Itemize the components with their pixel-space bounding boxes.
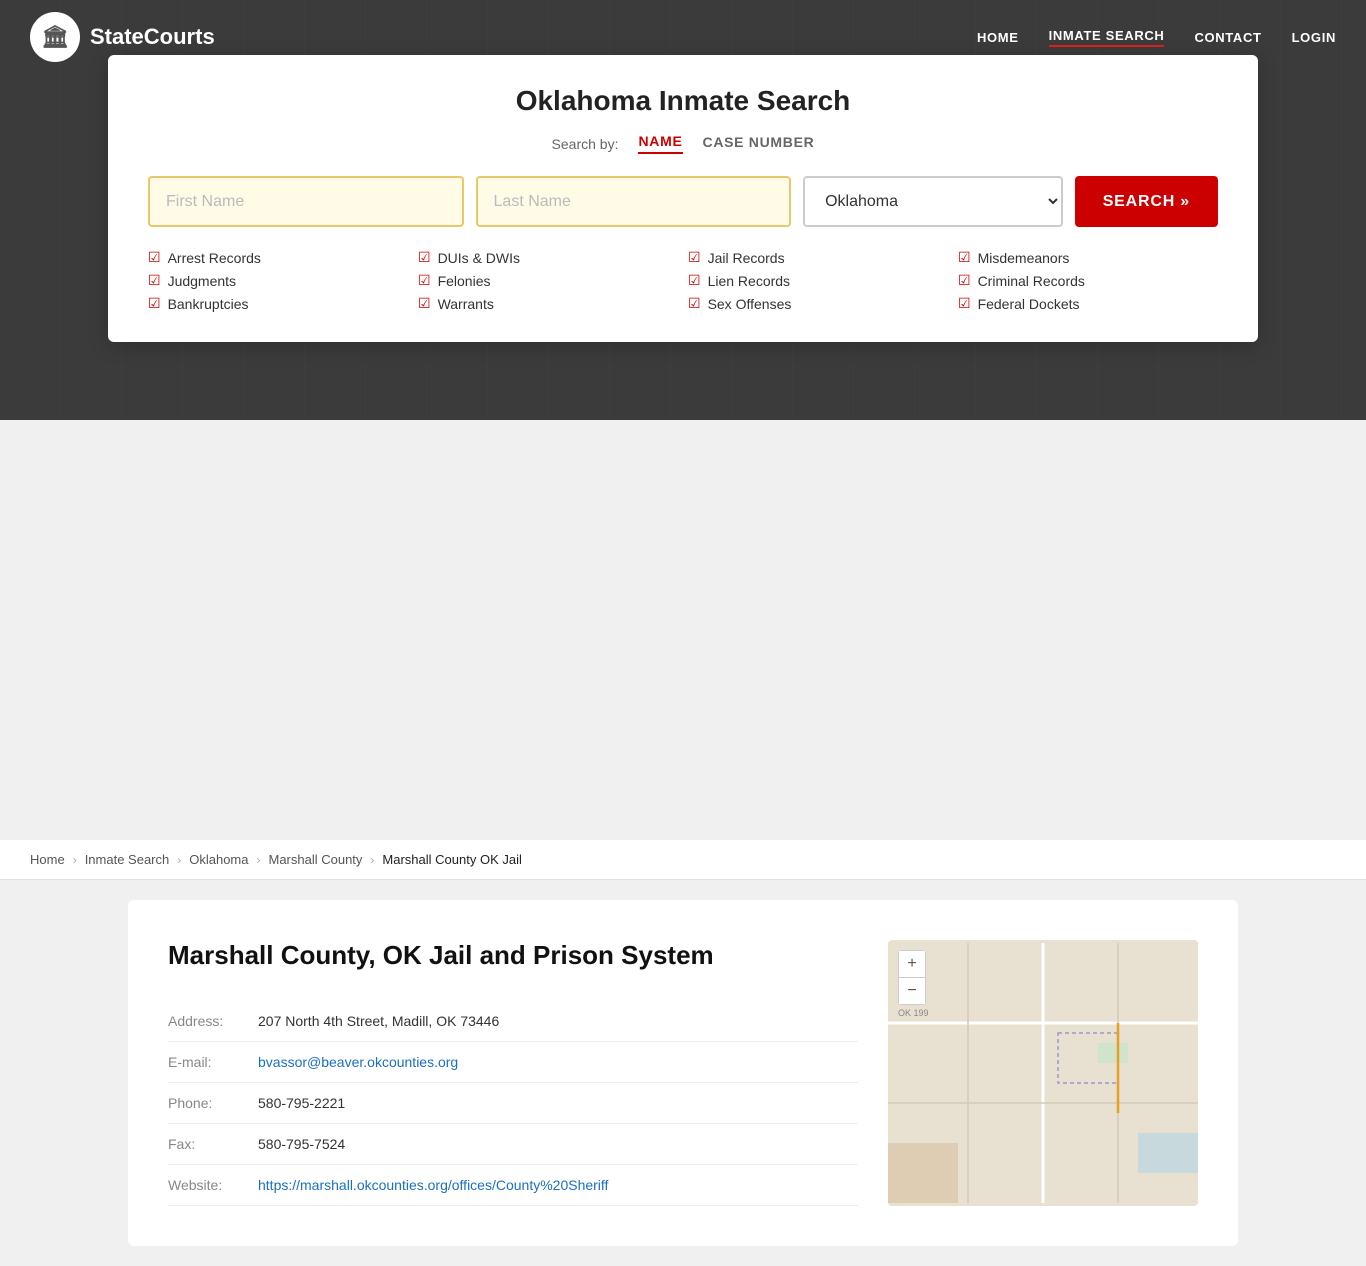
checkbox-label: Sex Offenses (708, 296, 792, 312)
search-button[interactable]: SEARCH » (1075, 176, 1218, 227)
map-svg: OK 199 (888, 940, 1198, 1206)
checkbox-item: ☑ Misdemeanors (958, 249, 1218, 266)
check-icon: ☑ (688, 272, 701, 289)
search-title: Oklahoma Inmate Search (148, 85, 1218, 117)
info-row: Phone:580-795-2221 (168, 1083, 858, 1124)
check-icon: ☑ (688, 295, 701, 312)
checkbox-label: Lien Records (708, 273, 791, 289)
facility-title: Marshall County, OK Jail and Prison Syst… (168, 940, 858, 971)
search-card: Oklahoma Inmate Search Search by: NAME C… (108, 55, 1258, 342)
nav-contact[interactable]: CONTACT (1194, 30, 1261, 45)
tab-case-number[interactable]: CASE NUMBER (703, 134, 815, 153)
check-icon: ☑ (148, 272, 161, 289)
map-container: OK 199 + − (888, 940, 1198, 1206)
breadcrumb-separator: › (177, 853, 181, 867)
checkbox-label: Warrants (438, 296, 494, 312)
check-icon: ☑ (418, 249, 431, 266)
info-link[interactable]: bvassor@beaver.okcounties.org (258, 1054, 458, 1070)
breadcrumb-link[interactable]: Marshall County (268, 852, 362, 867)
nav-home[interactable]: HOME (977, 30, 1019, 45)
checkbox-label: Judgments (168, 273, 236, 289)
info-row: E-mail:bvassor@beaver.okcounties.org (168, 1042, 858, 1083)
checkbox-item: ☑ Lien Records (688, 272, 948, 289)
state-select[interactable]: AlabamaAlaskaArizonaArkansasCaliforniaCo… (803, 176, 1063, 227)
last-name-input[interactable] (476, 176, 792, 227)
search-inputs-row: AlabamaAlaskaArizonaArkansasCaliforniaCo… (148, 176, 1218, 227)
check-icon: ☑ (418, 272, 431, 289)
check-icon: ☑ (688, 249, 701, 266)
info-label: E-mail: (168, 1054, 258, 1070)
search-tabs: Search by: NAME CASE NUMBER (148, 133, 1218, 154)
checkbox-item: ☑ Federal Dockets (958, 295, 1218, 312)
breadcrumb-current: Marshall County OK Jail (382, 852, 521, 867)
hero-section: COURTHOUSE 🏛 StateCourts HOME INMATE SEA… (0, 0, 1366, 420)
breadcrumb: Home › Inmate Search › Oklahoma › Marshall Cou… (0, 840, 1366, 880)
map-zoom-out[interactable]: − (899, 978, 925, 1004)
info-value: 580-795-7524 (258, 1136, 345, 1152)
logo-text: StateCourts (90, 24, 215, 50)
breadcrumb-separator: › (256, 853, 260, 867)
check-icon: ☑ (958, 249, 971, 266)
nav-inmate-search[interactable]: INMATE SEARCH (1049, 28, 1165, 47)
checkbox-item: ☑ Judgments (148, 272, 408, 289)
info-label: Phone: (168, 1095, 258, 1111)
breadcrumb-separator: › (370, 853, 374, 867)
breadcrumb-link[interactable]: Inmate Search (85, 852, 170, 867)
checkbox-grid: ☑ Arrest Records ☑ DUIs & DWIs ☑ Jail Records… (148, 249, 1218, 312)
checkbox-item: ☑ Jail Records (688, 249, 948, 266)
info-table: Address:207 North 4th Street, Madill, OK… (168, 1001, 858, 1206)
breadcrumb-link[interactable]: Home (30, 852, 65, 867)
nav-links: HOME INMATE SEARCH CONTACT LOGIN (977, 28, 1336, 47)
info-row: Website:https://marshall.okcounties.org/… (168, 1165, 858, 1206)
check-icon: ☑ (958, 272, 971, 289)
breadcrumb-link[interactable]: Oklahoma (189, 852, 248, 867)
checkbox-label: Bankruptcies (168, 296, 249, 312)
tab-name[interactable]: NAME (638, 133, 682, 154)
first-name-input[interactable] (148, 176, 464, 227)
checkbox-label: DUIs & DWIs (438, 250, 520, 266)
info-label: Website: (168, 1177, 258, 1193)
checkbox-item: ☑ Bankruptcies (148, 295, 408, 312)
content-left: Marshall County, OK Jail and Prison Syst… (168, 940, 858, 1206)
check-icon: ☑ (148, 249, 161, 266)
checkbox-label: Arrest Records (168, 250, 261, 266)
logo-icon: 🏛 (30, 12, 80, 62)
main-content: Marshall County, OK Jail and Prison Syst… (108, 900, 1258, 1246)
info-link[interactable]: https://marshall.okcounties.org/offices/… (258, 1177, 608, 1193)
info-label: Address: (168, 1013, 258, 1029)
content-card: Marshall County, OK Jail and Prison Syst… (128, 900, 1238, 1246)
checkbox-label: Felonies (438, 273, 491, 289)
checkbox-label: Criminal Records (978, 273, 1085, 289)
check-icon: ☑ (418, 295, 431, 312)
checkbox-label: Jail Records (708, 250, 785, 266)
map-controls: + − (898, 950, 926, 1005)
checkbox-item: ☑ Arrest Records (148, 249, 408, 266)
nav-login[interactable]: LOGIN (1292, 30, 1336, 45)
info-row: Fax:580-795-7524 (168, 1124, 858, 1165)
checkbox-label: Federal Dockets (978, 296, 1080, 312)
checkbox-item: ☑ DUIs & DWIs (418, 249, 678, 266)
checkbox-item: ☑ Warrants (418, 295, 678, 312)
checkbox-label: Misdemeanors (978, 250, 1070, 266)
check-icon: ☑ (958, 295, 971, 312)
info-value: 580-795-2221 (258, 1095, 345, 1111)
search-by-label: Search by: (552, 136, 619, 152)
map-zoom-in[interactable]: + (899, 951, 925, 977)
info-label: Fax: (168, 1136, 258, 1152)
breadcrumb-separator: › (73, 853, 77, 867)
check-icon: ☑ (148, 295, 161, 312)
svg-text:OK 199: OK 199 (898, 1008, 929, 1018)
checkbox-item: ☑ Criminal Records (958, 272, 1218, 289)
checkbox-item: ☑ Sex Offenses (688, 295, 948, 312)
checkbox-item: ☑ Felonies (418, 272, 678, 289)
info-row: Address:207 North 4th Street, Madill, OK… (168, 1001, 858, 1042)
info-value: 207 North 4th Street, Madill, OK 73446 (258, 1013, 499, 1029)
